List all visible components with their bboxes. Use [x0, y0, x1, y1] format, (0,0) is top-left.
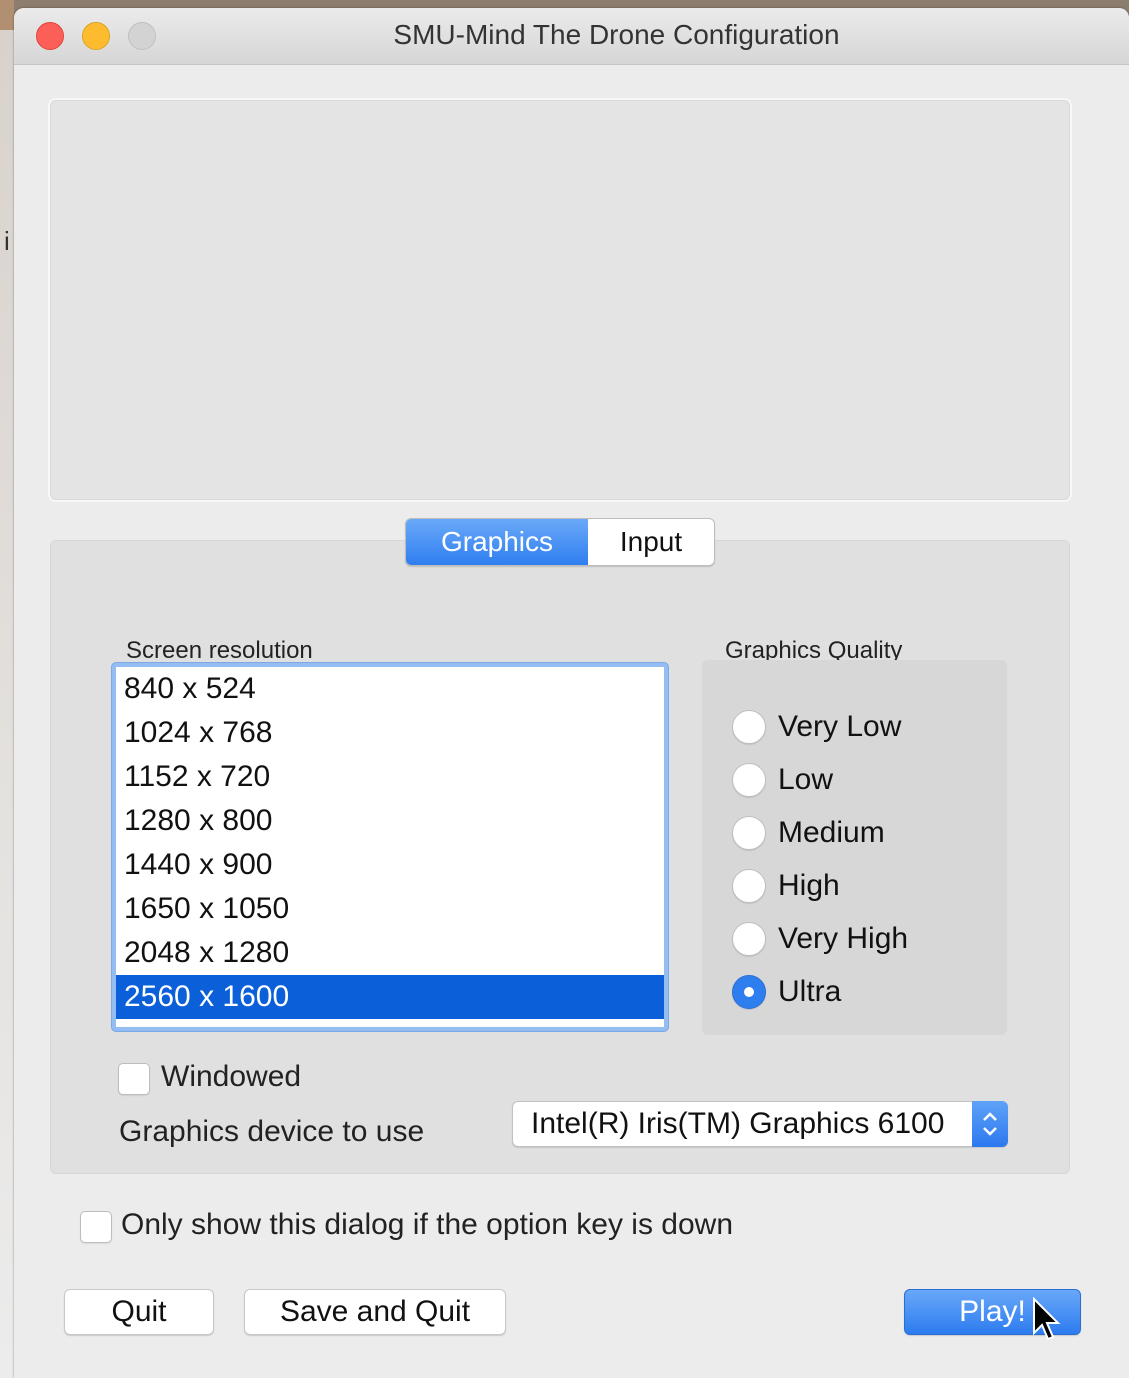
background-window-edge — [0, 0, 14, 1378]
radio-label: High — [778, 869, 840, 902]
radio-label: Ultra — [778, 975, 842, 1008]
resolution-item-selected[interactable]: 2560 x 1600 — [116, 975, 664, 1019]
mouse-cursor-icon — [1032, 1296, 1062, 1350]
resolution-item[interactable]: 1152 x 720 — [116, 755, 664, 799]
select-value: Intel(R) Iris(TM) Graphics 6100 — [531, 1107, 945, 1140]
save-and-quit-button[interactable]: Save and Quit — [244, 1289, 506, 1335]
windowed-label: Windowed — [161, 1060, 302, 1093]
window-title: SMU-Mind The Drone Configuration — [393, 19, 840, 50]
radio-label: Medium — [778, 816, 885, 849]
radio-button[interactable] — [732, 763, 766, 797]
radio-label: Low — [778, 763, 834, 796]
resolution-list[interactable]: 840 x 524 1024 x 768 1152 x 720 1280 x 8… — [112, 663, 668, 1031]
tab-input[interactable]: Input — [588, 519, 714, 565]
resolution-item[interactable]: 2048 x 1280 — [116, 931, 664, 975]
quality-option-ultra[interactable]: Ultra — [732, 972, 841, 1012]
quality-option-medium[interactable]: Medium — [732, 813, 885, 853]
title-bar[interactable]: SMU-Mind The Drone Configuration — [14, 8, 1129, 65]
graphics-device-select[interactable]: Intel(R) Iris(TM) Graphics 6100 — [512, 1101, 1008, 1147]
chevron-up-down-icon[interactable] — [972, 1101, 1008, 1147]
radio-button[interactable] — [732, 816, 766, 850]
option-key-label: Only show this dialog if the option key … — [121, 1208, 733, 1241]
quality-option-low[interactable]: Low — [732, 760, 833, 800]
graphics-device-label: Graphics device to use — [119, 1115, 425, 1148]
radio-button[interactable] — [732, 922, 766, 956]
banner-image-area — [48, 98, 1072, 502]
radio-button[interactable] — [732, 710, 766, 744]
resolution-item[interactable]: 1440 x 900 — [116, 843, 664, 887]
screen-resolution-label: Screen resolution — [126, 637, 313, 664]
radio-button[interactable] — [732, 869, 766, 903]
radio-label: Very High — [778, 922, 909, 955]
resolution-item[interactable]: 1024 x 768 — [116, 711, 664, 755]
radio-label: Very Low — [778, 710, 902, 743]
radio-button-selected[interactable] — [732, 975, 766, 1009]
background-text: i — [4, 226, 10, 256]
tab-selector: Graphics Input — [405, 518, 715, 566]
resolution-item[interactable]: 1650 x 1050 — [116, 887, 664, 931]
quality-option-very-high[interactable]: Very High — [732, 919, 908, 959]
resolution-item[interactable]: 840 x 524 — [116, 667, 664, 711]
option-key-checkbox[interactable] — [80, 1211, 112, 1243]
windowed-checkbox[interactable] — [118, 1063, 150, 1095]
quality-option-very-low[interactable]: Very Low — [732, 707, 901, 747]
tab-graphics[interactable]: Graphics — [406, 519, 588, 565]
quality-option-high[interactable]: High — [732, 866, 840, 906]
quit-button[interactable]: Quit — [64, 1289, 214, 1335]
resolution-item[interactable]: 1280 x 800 — [116, 799, 664, 843]
